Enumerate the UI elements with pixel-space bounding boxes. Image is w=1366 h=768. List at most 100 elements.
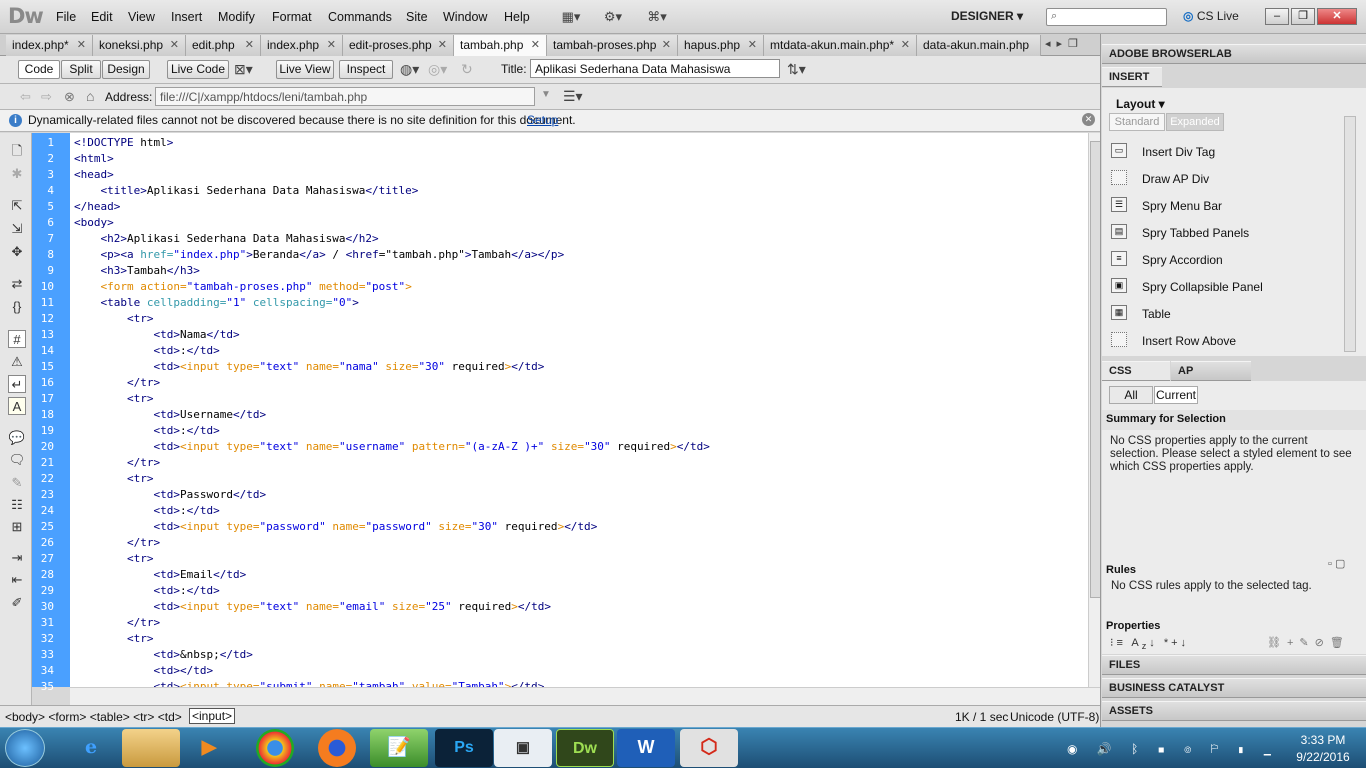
word-icon[interactable]: W bbox=[617, 729, 675, 767]
layout-icon[interactable]: ▦▾ bbox=[554, 8, 588, 26]
highlight-invalid-code-icon[interactable]: ⚠ bbox=[8, 353, 26, 371]
insert-row-above[interactable]: Insert Row Above bbox=[1142, 334, 1236, 348]
restore-button[interactable]: ❐ bbox=[1291, 8, 1315, 25]
syntax-coloring-icon[interactable]: A bbox=[8, 397, 26, 415]
collapse-tag-icon[interactable]: ⇱ bbox=[8, 197, 26, 215]
code-line[interactable]: </tr> bbox=[74, 376, 160, 389]
code-line[interactable]: </tr> bbox=[74, 616, 160, 629]
address-input[interactable]: file:///C|/xampp/htdocs/leni/tambah.php bbox=[155, 87, 535, 106]
menu-site[interactable]: Site bbox=[406, 10, 428, 24]
insert-table[interactable]: Table bbox=[1142, 307, 1171, 321]
code-line[interactable]: <td>:</td> bbox=[74, 344, 219, 357]
tab-data-akun[interactable]: data-akun.main.php bbox=[917, 35, 1041, 56]
close-icon[interactable]: ✕ bbox=[77, 35, 86, 55]
file-management-icon[interactable]: ⇅▾ bbox=[787, 61, 806, 78]
outdent-code-icon[interactable]: ⇤ bbox=[8, 571, 26, 589]
menu-file[interactable]: File bbox=[56, 10, 76, 24]
ap-elements-tab[interactable]: AP ELEMENTS bbox=[1171, 361, 1251, 396]
code-line[interactable]: <td>Password</td> bbox=[74, 488, 266, 501]
pdf-reader-icon[interactable]: ⬡ bbox=[680, 729, 738, 767]
close-icon[interactable]: ✕ bbox=[901, 35, 910, 55]
internet-explorer-icon[interactable]: e bbox=[62, 729, 120, 767]
spry-collapsible-panel[interactable]: Spry Collapsible Panel bbox=[1142, 280, 1263, 294]
menu-modify[interactable]: Modify bbox=[218, 10, 255, 24]
check-compat-icon[interactable]: ⊠▾ bbox=[234, 61, 253, 78]
code-line[interactable]: <td><input type="password" name="passwor… bbox=[74, 520, 597, 533]
recent-snippets-icon[interactable]: ☷ bbox=[8, 496, 26, 514]
code-line[interactable]: <td>Username</td> bbox=[74, 408, 266, 421]
cs-live-button[interactable]: ◎ CS Live bbox=[1183, 9, 1239, 23]
remove-comment-icon[interactable]: 🗨 bbox=[8, 451, 26, 469]
live-code-button[interactable]: Live Code bbox=[167, 60, 229, 79]
code-line[interactable]: <td>Nama</td> bbox=[74, 328, 239, 341]
menu-view[interactable]: View bbox=[128, 10, 155, 24]
code-line[interactable]: <td>:</td> bbox=[74, 424, 219, 437]
code-line[interactable]: <td><input type="text" name="nama" size=… bbox=[74, 360, 544, 373]
tag-selector[interactable]: <body> <form> <table> <tr> <td> bbox=[5, 710, 182, 724]
word-wrap-icon[interactable]: ↵ bbox=[8, 375, 26, 393]
close-icon[interactable]: ✕ bbox=[327, 35, 336, 55]
tab-tambah-proses[interactable]: tambah-proses.php ✕ bbox=[547, 35, 678, 56]
balance-braces-icon[interactable]: {} bbox=[8, 298, 26, 316]
code-line[interactable]: <tr> bbox=[74, 632, 154, 645]
code-line[interactable]: <td><input type="submit" name="tambah" v… bbox=[74, 680, 544, 687]
code-line[interactable]: <h3>Tambah</h3> bbox=[74, 264, 200, 277]
wrap-tag-icon[interactable]: ✎ bbox=[8, 474, 26, 492]
code-line[interactable]: <tr> bbox=[74, 472, 154, 485]
close-button[interactable]: ✕ bbox=[1317, 8, 1357, 25]
code-line[interactable]: <p><a href="index.php">Beranda</a> / <hr… bbox=[74, 248, 565, 261]
menu-edit[interactable]: Edit bbox=[91, 10, 113, 24]
tab-edit[interactable]: edit.php ✕ bbox=[186, 35, 261, 56]
line-numbers-icon[interactable]: # bbox=[8, 330, 26, 348]
tab-koneksi[interactable]: koneksi.php ✕ bbox=[93, 35, 186, 56]
properties-view-icons[interactable]: ⁝≡ Az↓ *+↓ bbox=[1110, 636, 1189, 651]
code-line[interactable]: <td><input type="text" name="email" size… bbox=[74, 600, 550, 613]
browser-options-icon[interactable]: ☰▾ bbox=[563, 88, 583, 105]
code-line[interactable]: <td>Email</td> bbox=[74, 568, 246, 581]
tab-edit-proses[interactable]: edit-proses.php ✕ bbox=[343, 35, 454, 56]
code-line[interactable]: <!DOCTYPE html> bbox=[74, 136, 173, 149]
code-line[interactable]: <td>:</td> bbox=[74, 504, 219, 517]
code-line[interactable]: <html> bbox=[74, 152, 114, 165]
tab-mtdata-akun[interactable]: mtdata-akun.main.php* ✕ bbox=[764, 35, 917, 56]
indent-code-icon[interactable]: ⇥ bbox=[8, 549, 26, 567]
live-view-button[interactable]: Live View bbox=[276, 60, 334, 79]
stop-icon[interactable]: ⊗ bbox=[64, 89, 75, 105]
media-player-icon[interactable]: ▶ bbox=[180, 729, 238, 767]
design-view-button[interactable]: Design bbox=[102, 60, 150, 79]
spry-tabbed-panels[interactable]: Spry Tabbed Panels bbox=[1142, 226, 1249, 240]
format-source-icon[interactable]: ✐ bbox=[8, 594, 26, 612]
expanded-mode-button[interactable]: Expanded bbox=[1166, 113, 1224, 131]
insert-panel-scrollbar[interactable] bbox=[1344, 116, 1356, 352]
css-current-button[interactable]: Current bbox=[1154, 386, 1198, 404]
horizontal-scrollbar[interactable] bbox=[70, 687, 1100, 705]
clock-date[interactable]: 9/22/2016 bbox=[1290, 750, 1356, 764]
menu-window[interactable]: Window bbox=[443, 10, 487, 24]
help-search-input[interactable]: ⌕ bbox=[1046, 8, 1167, 26]
chrome-icon[interactable] bbox=[256, 729, 294, 767]
insert-category-dropdown[interactable]: Layout ▾ bbox=[1116, 97, 1165, 111]
preview-globe-icon[interactable]: ◍▾ bbox=[400, 61, 419, 78]
menu-insert[interactable]: Insert bbox=[171, 10, 202, 24]
properties-action-icons[interactable]: ⛓+✎⊘🗑 bbox=[1267, 636, 1350, 649]
files-panel-header[interactable]: FILES bbox=[1102, 655, 1366, 675]
workspace-switcher[interactable]: DESIGNER ▾ bbox=[951, 9, 1023, 23]
code-view-button[interactable]: Code bbox=[18, 60, 60, 79]
gear-icon[interactable]: ⚙▾ bbox=[596, 8, 630, 26]
expand-all-icon[interactable]: ✥ bbox=[8, 243, 26, 261]
title-input[interactable]: Aplikasi Sederhana Data Mahasiswa bbox=[530, 59, 780, 78]
close-icon[interactable]: ✕ bbox=[170, 35, 179, 55]
browserlab-panel-header[interactable]: ADOBE BROWSERLAB bbox=[1102, 44, 1366, 64]
close-icon[interactable]: ✕ bbox=[531, 35, 540, 55]
code-line[interactable]: <tr> bbox=[74, 392, 154, 405]
menu-format[interactable]: Format bbox=[272, 10, 312, 24]
tab-index-modified[interactable]: index.php* ✕ bbox=[6, 35, 93, 56]
spry-menu-bar[interactable]: Spry Menu Bar bbox=[1142, 199, 1222, 213]
site-icon[interactable]: ⌘▾ bbox=[640, 8, 674, 26]
close-icon[interactable]: ✕ bbox=[748, 35, 757, 55]
collapse-selection-icon[interactable]: ⇲ bbox=[8, 220, 26, 238]
close-icon[interactable]: ✕ bbox=[662, 35, 671, 55]
dreamweaver-taskbar-icon[interactable]: Dw bbox=[556, 729, 614, 767]
code-line[interactable]: </head> bbox=[74, 200, 120, 213]
insert-panel-tab[interactable]: INSERT bbox=[1102, 67, 1162, 87]
